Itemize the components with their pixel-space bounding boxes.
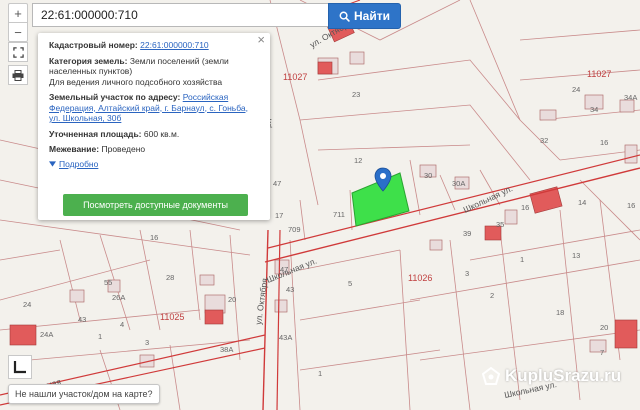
layers-button[interactable] <box>8 355 32 379</box>
land-use-value: Для ведения личного подсобного хозяйства <box>49 76 223 87</box>
parcel-label: 24А <box>40 330 53 339</box>
block-label: 11027 <box>587 69 611 79</box>
parcel-label: 3 <box>465 269 469 278</box>
block-label: 11025 <box>160 312 184 322</box>
parcel-label: 35 <box>496 220 504 229</box>
parcel-label: 26А <box>112 293 125 302</box>
parcel-label: 47 <box>280 265 288 274</box>
zoom-in-label: + <box>14 5 22 21</box>
search-bar: Найти <box>32 3 401 29</box>
cadastral-number-label: Кадастровый номер: <box>49 40 138 50</box>
parcel-label: 38А <box>220 345 233 354</box>
parcel-label: 1 <box>318 369 322 378</box>
parcel-label: 16 <box>150 233 158 242</box>
view-documents-button[interactable]: Посмотреть доступные документы <box>63 194 248 216</box>
area-row: Уточненная площадь: 600 кв.м. <box>49 129 260 140</box>
parcel-label: 14 <box>578 198 586 207</box>
layers-icon <box>13 361 26 374</box>
parcel-label: 32 <box>540 136 548 145</box>
parcel-label: 24 <box>572 85 580 94</box>
close-icon[interactable]: × <box>257 33 265 45</box>
watermark-text: KupluSrazu.ru <box>505 366 622 385</box>
print-button[interactable] <box>8 65 28 85</box>
area-value: 600 кв.м. <box>143 128 180 139</box>
print-icon <box>12 69 24 81</box>
address-row: Земельный участок по адресу: Российская … <box>49 92 260 124</box>
parcel-label: 711 <box>333 210 345 219</box>
parcel-label: 28 <box>166 273 174 282</box>
parcel-label: 16 <box>627 201 635 210</box>
zoom-in-button[interactable]: + <box>8 3 28 23</box>
more-details-link[interactable]: Подробно <box>49 159 260 170</box>
parcel-label: 16 <box>600 138 608 147</box>
cadastral-number-link[interactable]: 22:61:000000:710 <box>140 40 209 50</box>
land-category-row: Категория земель: Земли поселений (земли… <box>49 56 260 88</box>
parcel-label: 1 <box>98 332 102 341</box>
parcel-label: 43 <box>286 285 294 294</box>
address-label: Земельный участок по адресу: <box>49 92 181 102</box>
parcel-label: 709 <box>288 225 301 234</box>
parcel-label: 34А <box>624 93 637 102</box>
parcel-label: 18 <box>556 308 564 317</box>
search-icon <box>339 11 350 22</box>
view-documents-label: Посмотреть доступные документы <box>83 199 228 210</box>
fullscreen-icon <box>12 46 24 58</box>
parcel-label: 2 <box>490 291 494 300</box>
parcel-label: 1 <box>520 255 524 264</box>
block-label: 11027 <box>283 72 307 82</box>
survey-row: Межевание: Проведено <box>49 144 260 155</box>
watermark-logo-icon <box>482 367 500 385</box>
parcel-label: 43 <box>78 315 86 324</box>
parcel-label: 12 <box>354 156 362 165</box>
parcel-label: 5 <box>348 279 352 288</box>
chevron-down-icon <box>49 161 56 167</box>
parcel-label: 7 <box>600 348 604 357</box>
parcel-label: 3 <box>145 338 149 347</box>
cadastral-number-row: Кадастровый номер: 22:61:000000:710 <box>49 40 260 51</box>
survey-value: Проведено <box>101 144 146 154</box>
parcel-label: 30 <box>424 171 432 180</box>
parcel-label: 34 <box>590 105 598 114</box>
fullscreen-button[interactable] <box>8 42 28 62</box>
parcel-label: 39 <box>463 229 471 238</box>
zoom-out-button[interactable]: − <box>8 22 28 42</box>
search-button-label: Найти <box>354 9 390 23</box>
parcel-label: 4 <box>120 320 124 329</box>
parcel-label: 23 <box>352 90 360 99</box>
parcel-label: 16 <box>521 203 529 212</box>
block-label: 11026 <box>408 273 432 283</box>
parcel-label: 20 <box>600 323 608 332</box>
parcel-label: 47 <box>273 179 281 188</box>
parcel-label: 13 <box>572 251 580 260</box>
more-details-label: Подробно <box>59 158 99 169</box>
not-found-button[interactable]: Не нашли участок/дом на карте? <box>8 384 160 404</box>
watermark: KupluSrazu.ru <box>482 366 621 386</box>
land-category-label: Категория земель: <box>49 55 128 66</box>
search-button[interactable]: Найти <box>328 3 401 29</box>
parcel-label: 17 <box>275 211 283 220</box>
parcel-label: 55 <box>104 278 112 287</box>
parcel-label: 20 <box>228 295 236 304</box>
parcel-info-popup: × Кадастровый номер: 22:61:000000:710 Ка… <box>38 33 270 220</box>
survey-label: Межевание: <box>49 144 100 154</box>
parcel-label: 24 <box>23 300 31 309</box>
search-input[interactable] <box>32 3 328 27</box>
parcel-label: 30А <box>452 179 465 188</box>
area-label: Уточненная площадь: <box>49 128 142 139</box>
zoom-out-label: − <box>14 24 22 40</box>
parcel-label: 43А <box>279 333 292 342</box>
not-found-label: Не нашли участок/дом на карте? <box>15 389 153 399</box>
